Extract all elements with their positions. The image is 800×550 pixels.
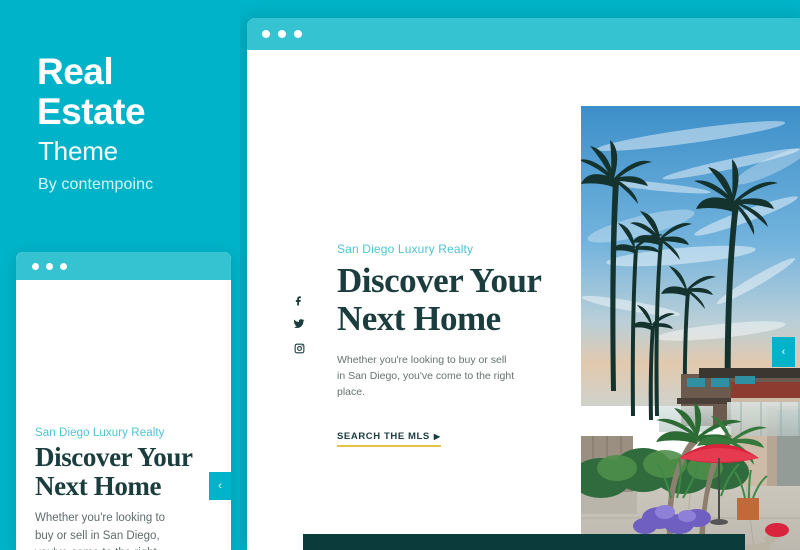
mobile-heading: Discover Your Next Home — [35, 443, 219, 501]
mobile-preview-card[interactable]: San Diego Luxury Realty Discover Your Ne… — [16, 252, 231, 550]
promo-byline: By contempoinc — [38, 176, 154, 193]
chevron-left-icon: ‹ — [218, 480, 222, 492]
facebook-icon[interactable] — [293, 294, 305, 306]
hero-body-text: Whether you're looking to buy or sell in… — [337, 354, 515, 398]
window-dot-maximize[interactable] — [294, 30, 302, 38]
chevron-left-icon: ‹ — [781, 346, 786, 358]
mobile-preview-titlebar — [16, 252, 231, 280]
mobile-heading-line1: Discover Your — [35, 442, 193, 472]
hero-content: San Diego Luxury Realty Discover Your Ne… — [337, 242, 567, 447]
mobile-preview-content: San Diego Luxury Realty Discover Your Ne… — [35, 427, 219, 550]
mobile-preview-body: San Diego Luxury Realty Discover Your Ne… — [16, 280, 231, 550]
window-dot-close[interactable] — [262, 30, 270, 38]
browser-viewport: ‹ San Diego Luxury Realty Discover Your … — [247, 50, 800, 550]
browser-window[interactable]: ‹ San Diego Luxury Realty Discover Your … — [247, 18, 800, 550]
promo-subtitle: Theme — [38, 136, 118, 166]
window-dot-close[interactable] — [32, 262, 39, 270]
twitter-icon[interactable] — [293, 318, 305, 330]
mobile-eyebrow: San Diego Luxury Realty — [35, 427, 165, 439]
hero-heading-line2: Next Home — [337, 299, 501, 338]
search-the-mls-button[interactable]: SEARCH THE MLS ▶ — [337, 431, 441, 447]
hero-photo-image — [581, 106, 800, 550]
window-dot-minimize[interactable] — [278, 30, 286, 38]
window-dot-maximize[interactable] — [60, 262, 67, 270]
mobile-body-text: Whether you're looking to buy or sell in… — [35, 512, 166, 550]
cta-label: SEARCH THE MLS — [337, 431, 430, 442]
mobile-slider-prev-button[interactable]: ‹ — [209, 472, 231, 500]
mobile-heading-line2: Next Home — [35, 471, 162, 501]
hero-heading-line1: Discover Your — [337, 261, 542, 300]
hero-eyebrow: San Diego Luxury Realty — [337, 242, 474, 256]
promo-title: Real Estate — [37, 52, 227, 132]
footer-bar — [303, 534, 745, 550]
promo-title-line1: Real — [37, 51, 114, 92]
instagram-icon[interactable] — [293, 342, 305, 354]
window-dot-minimize[interactable] — [46, 262, 53, 270]
social-links — [293, 294, 305, 354]
hero-photo — [581, 106, 800, 550]
hero-heading: Discover Your Next Home — [337, 262, 567, 338]
browser-titlebar — [247, 18, 800, 50]
promo-title-line2: Estate — [37, 91, 146, 132]
hero-slider-prev-button[interactable]: ‹ — [772, 337, 795, 367]
caret-right-icon: ▶ — [433, 432, 441, 441]
